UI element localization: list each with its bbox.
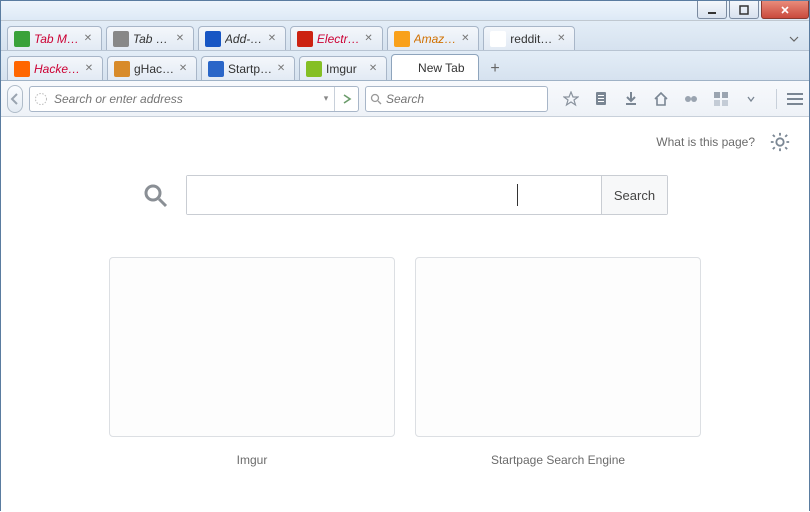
newtab-search-box: Search: [186, 175, 668, 215]
tab-close-icon[interactable]: ✕: [458, 32, 472, 46]
favicon: [14, 31, 30, 47]
tile-view-icon[interactable]: [712, 90, 730, 108]
favicon: [398, 60, 414, 76]
tab-close-icon[interactable]: ✕: [366, 62, 380, 76]
search-bar[interactable]: [365, 86, 548, 112]
url-bar[interactable]: ▾: [29, 86, 359, 112]
tab-close-icon[interactable]: ✕: [82, 62, 96, 76]
toolbar-icons: [562, 89, 781, 109]
tab-label: Tab M…: [34, 32, 79, 46]
favicon: [394, 31, 410, 47]
tile: Startpage Search Engine: [415, 257, 701, 467]
favicon: [490, 31, 506, 47]
back-button[interactable]: [7, 85, 23, 113]
tab-label: New Tab: [418, 61, 472, 75]
newtab-content: What is this page? Search Imgur Startpage…: [1, 117, 809, 512]
tab-close-icon[interactable]: ✕: [265, 32, 279, 46]
search-input[interactable]: [386, 92, 543, 106]
addon-icon[interactable]: [682, 90, 700, 108]
favicon: [205, 31, 221, 47]
what-is-this-link[interactable]: What is this page?: [656, 135, 755, 149]
tab-label: Imgur: [326, 62, 364, 76]
favicon: [114, 61, 130, 77]
favicon: [297, 31, 313, 47]
tabstrip-row-2: Hacke…✕gHac…✕Startp…✕Imgur✕New Tab+: [1, 51, 809, 81]
tab[interactable]: Imgur✕: [299, 56, 387, 80]
url-input[interactable]: [52, 92, 318, 106]
tabstrip-row-1: Tab M…✕Tab …✕Add-…✕Electr…✕Amaz…✕reddit……: [1, 21, 809, 51]
tab-close-icon[interactable]: ✕: [554, 32, 568, 46]
tab[interactable]: Tab …✕: [106, 26, 194, 50]
tab-close-icon[interactable]: ✕: [173, 32, 187, 46]
reading-list-icon[interactable]: [592, 90, 610, 108]
tab[interactable]: reddit…✕: [483, 26, 575, 50]
go-button[interactable]: [334, 87, 358, 111]
tile-thumbnail[interactable]: [109, 257, 395, 437]
navigation-toolbar: ▾: [1, 81, 809, 117]
tab-label: Electr…: [317, 32, 360, 46]
tab-close-icon[interactable]: ✕: [176, 62, 190, 76]
window-titlebar: [1, 1, 809, 21]
tile-label: Imgur: [109, 453, 395, 467]
favicon: [14, 61, 30, 77]
downloads-icon[interactable]: [622, 90, 640, 108]
tab-label: Tab …: [133, 32, 171, 46]
tile: Imgur: [109, 257, 395, 467]
tab-label: reddit…: [510, 32, 552, 46]
url-history-dropdown-icon[interactable]: ▾: [318, 93, 334, 104]
toolbar-dropdown-icon[interactable]: [742, 90, 760, 108]
bookmark-star-icon[interactable]: [562, 90, 580, 108]
newtab-tiles: Imgur Startpage Search Engine: [1, 257, 809, 467]
tab[interactable]: Startp…✕: [201, 56, 295, 80]
favicon: [306, 61, 322, 77]
toolbar-separator: [776, 89, 777, 109]
tab-close-icon[interactable]: ✕: [274, 62, 288, 76]
window-close-button[interactable]: [761, 1, 809, 19]
tab[interactable]: Tab M…✕: [7, 26, 102, 50]
tile-thumbnail[interactable]: [415, 257, 701, 437]
tab-close-icon[interactable]: ✕: [362, 32, 376, 46]
window-maximize-button[interactable]: [729, 1, 759, 19]
tab-label: gHac…: [134, 62, 174, 76]
tab-label: Hacke…: [34, 62, 80, 76]
gear-icon[interactable]: [769, 131, 791, 153]
new-tab-button[interactable]: +: [483, 58, 507, 80]
newtab-search-input[interactable]: [187, 176, 601, 214]
favicon: [208, 61, 224, 77]
window-minimize-button[interactable]: [697, 1, 727, 19]
tab[interactable]: Hacke…✕: [7, 56, 103, 80]
tab[interactable]: New Tab: [391, 54, 479, 80]
newtab-search-icon: [142, 182, 168, 208]
tab-label: Amaz…: [414, 32, 457, 46]
tile-label: Startpage Search Engine: [415, 453, 701, 467]
tab[interactable]: Amaz…✕: [387, 26, 480, 50]
tab[interactable]: Add-…✕: [198, 26, 286, 50]
search-icon: [370, 93, 382, 105]
newtab-search-button[interactable]: Search: [601, 176, 667, 214]
tab[interactable]: gHac…✕: [107, 56, 197, 80]
tab[interactable]: Electr…✕: [290, 26, 383, 50]
tab-overflow-dropdown[interactable]: [783, 28, 805, 50]
home-icon[interactable]: [652, 90, 670, 108]
tab-close-icon[interactable]: ✕: [81, 32, 95, 46]
tab-label: Add-…: [225, 32, 263, 46]
menu-button[interactable]: [787, 87, 803, 111]
favicon: [113, 31, 129, 47]
tab-label: Startp…: [228, 62, 272, 76]
identity-icon[interactable]: [30, 88, 52, 110]
